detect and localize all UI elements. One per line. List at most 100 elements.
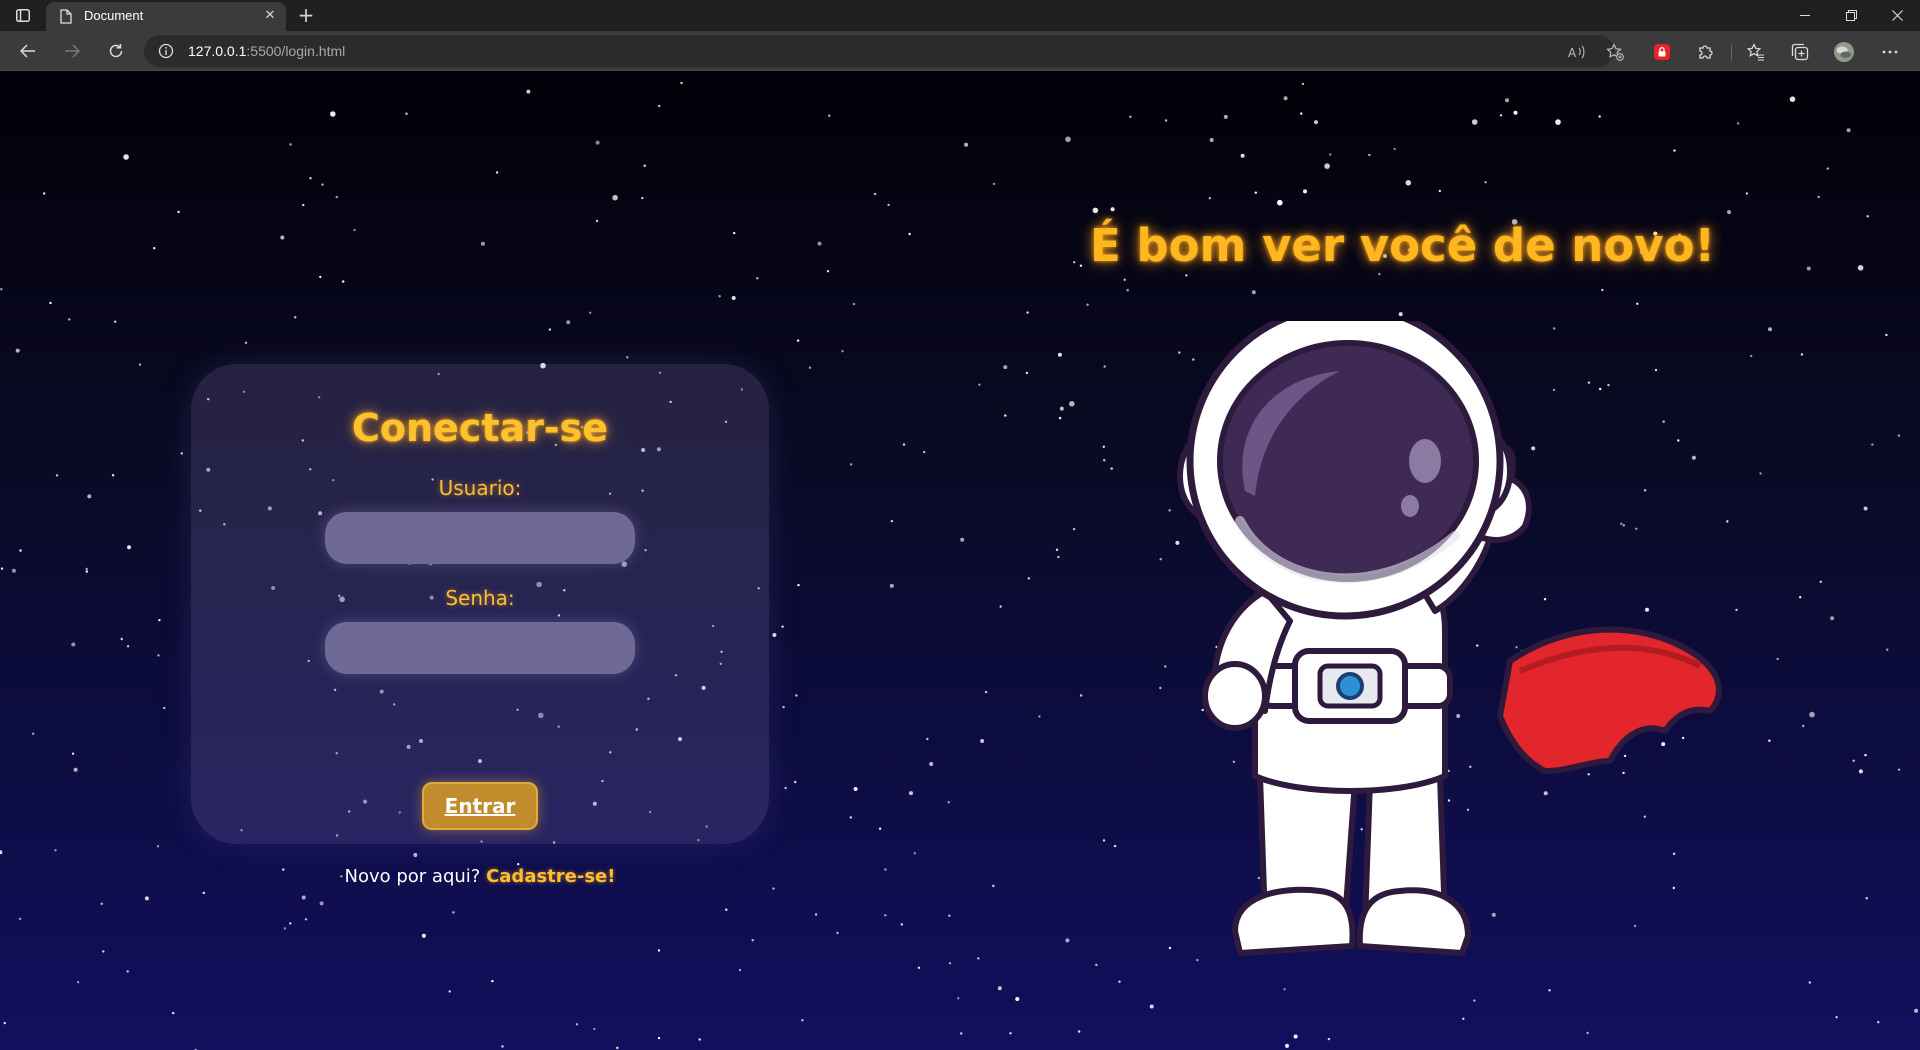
star <box>923 450 926 454</box>
star <box>1025 371 1029 375</box>
star <box>836 931 839 935</box>
star <box>144 896 149 901</box>
star <box>1103 459 1106 462</box>
star <box>1004 414 1007 417</box>
star <box>1473 999 1476 1002</box>
close-window-button[interactable] <box>1874 0 1920 31</box>
star <box>280 235 285 240</box>
tab-close-button[interactable]: ✕ <box>262 8 278 24</box>
favorites-button[interactable] <box>1746 42 1766 62</box>
star <box>1586 1031 1589 1035</box>
reload-button[interactable] <box>100 37 132 65</box>
forward-button[interactable] <box>56 37 88 65</box>
collections-button[interactable] <box>1790 42 1810 62</box>
signup-prompt-line: Novo por aqui? Cadastre-se! <box>191 866 769 887</box>
star <box>1164 665 1167 668</box>
star <box>480 241 485 246</box>
star <box>180 452 183 455</box>
star <box>163 706 166 710</box>
star <box>738 968 742 972</box>
star <box>0 850 3 855</box>
star <box>1314 120 1318 125</box>
star <box>68 318 71 321</box>
extensions-button[interactable] <box>1696 42 1716 62</box>
star <box>1079 694 1083 697</box>
star <box>158 619 161 622</box>
star <box>1072 527 1076 531</box>
star <box>784 786 787 790</box>
star <box>1254 191 1258 194</box>
reload-icon <box>109 44 123 58</box>
star <box>1499 114 1503 117</box>
star <box>1293 1034 1298 1039</box>
browser-tab-bar: Document ✕ + <box>0 0 1920 31</box>
star <box>1086 303 1089 306</box>
back-button[interactable] <box>12 37 44 65</box>
star <box>1745 192 1749 195</box>
star <box>1300 112 1303 115</box>
star <box>1736 122 1740 125</box>
star <box>795 694 798 697</box>
star <box>626 356 629 359</box>
settings-menu-button[interactable] <box>1880 42 1900 62</box>
restore-button[interactable] <box>1828 0 1874 31</box>
arrow-left-icon <box>20 44 35 58</box>
new-tab-button[interactable]: + <box>294 4 318 28</box>
star <box>127 545 131 550</box>
signup-link[interactable]: Cadastre-se! <box>486 866 615 887</box>
star <box>244 341 248 344</box>
password-input[interactable] <box>325 622 635 674</box>
star <box>948 914 951 917</box>
star <box>641 196 644 200</box>
read-aloud-button[interactable]: A <box>1568 43 1586 61</box>
star <box>1799 596 1802 599</box>
svg-text:A: A <box>1568 46 1577 59</box>
star <box>302 203 305 207</box>
address-bar[interactable]: 127.0.0.1:5500/login.html A <box>144 35 1624 67</box>
minimize-button[interactable] <box>1782 0 1828 31</box>
extension-lock-button[interactable] <box>1652 42 1672 62</box>
star <box>612 194 618 201</box>
star <box>1555 119 1561 125</box>
star <box>138 363 142 366</box>
star <box>1727 210 1731 215</box>
star <box>1598 115 1601 118</box>
star <box>1103 365 1106 368</box>
star <box>887 203 890 207</box>
control-button <box>1336 672 1364 700</box>
star <box>889 583 894 588</box>
star <box>1852 759 1855 762</box>
star <box>797 583 800 587</box>
star <box>566 320 571 325</box>
star <box>342 280 345 283</box>
browser-tab-document[interactable]: Document ✕ <box>46 2 286 31</box>
read-aloud-icon: A <box>1568 45 1585 59</box>
star <box>772 887 775 890</box>
star <box>102 950 105 953</box>
star <box>657 949 661 952</box>
star <box>980 739 985 743</box>
astronaut-illustration <box>1177 321 1722 956</box>
tab-actions-button[interactable] <box>10 4 36 27</box>
browser-toolbar: 127.0.0.1:5500/login.html A <box>0 31 1920 71</box>
url-text[interactable]: 127.0.0.1:5500/login.html <box>188 43 345 59</box>
add-favorite-button[interactable] <box>1606 43 1624 61</box>
star <box>405 112 408 115</box>
close-window-icon <box>1891 10 1903 21</box>
star <box>751 939 754 942</box>
login-button[interactable]: Entrar <box>422 782 538 830</box>
star <box>1863 506 1868 511</box>
username-input[interactable] <box>325 512 635 564</box>
star <box>1102 445 1106 448</box>
profile-button[interactable] <box>1834 42 1854 62</box>
extension-lock-icon <box>1654 44 1670 60</box>
star <box>1149 1004 1154 1009</box>
star <box>781 625 784 628</box>
star <box>1819 580 1823 583</box>
star <box>49 301 52 305</box>
star <box>54 849 57 852</box>
star <box>1185 274 1188 277</box>
star <box>947 801 950 804</box>
star <box>1015 997 1020 1001</box>
star <box>1073 261 1076 264</box>
